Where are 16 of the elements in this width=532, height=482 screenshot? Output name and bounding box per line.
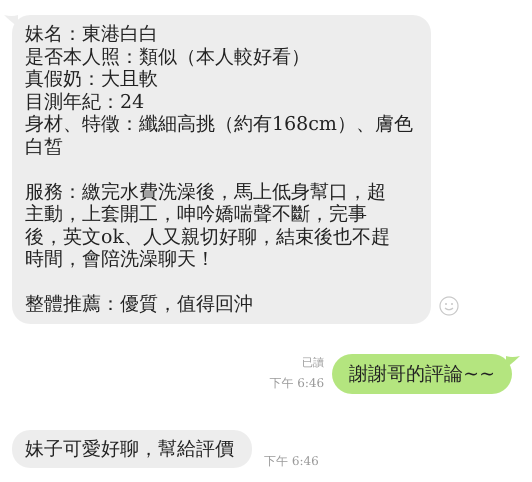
message-text: 整體推薦：優質，值得回沖 — [25, 293, 253, 316]
timestamp: 下午 6:46 — [269, 374, 324, 392]
message-text: 目測年紀：24 — [25, 90, 144, 113]
message-text: 妹名：東港白白 — [25, 23, 158, 46]
message-text: 服務：繳完水費洗澡後，馬上低身幫口，超 — [25, 180, 386, 203]
message-text: 妹子可愛好聊，幫給評價 — [25, 438, 234, 460]
message-text: 時間，會陪洗澡聊天！ — [25, 248, 215, 270]
read-receipt: 已讀 — [302, 354, 324, 370]
message-text: 主動，上套開工，呻吟嬌喘聲不斷，完事 — [25, 203, 367, 226]
message-text: 是否本人照：類似（本人較好看） — [25, 46, 310, 68]
message-text: 真假奶：大且軟 — [25, 68, 158, 90]
message-text: 白皙 — [25, 136, 63, 158]
message-text: 身材、特徵：纖細高挑（約有168cm）、膚色 — [25, 113, 413, 136]
timestamp: 下午 6:46 — [264, 453, 319, 470]
message-text: 後，英文ok、人又親切好聊，結束後也不趕 — [25, 226, 390, 248]
message-text: 謝謝哥的評論~~ — [349, 362, 495, 386]
